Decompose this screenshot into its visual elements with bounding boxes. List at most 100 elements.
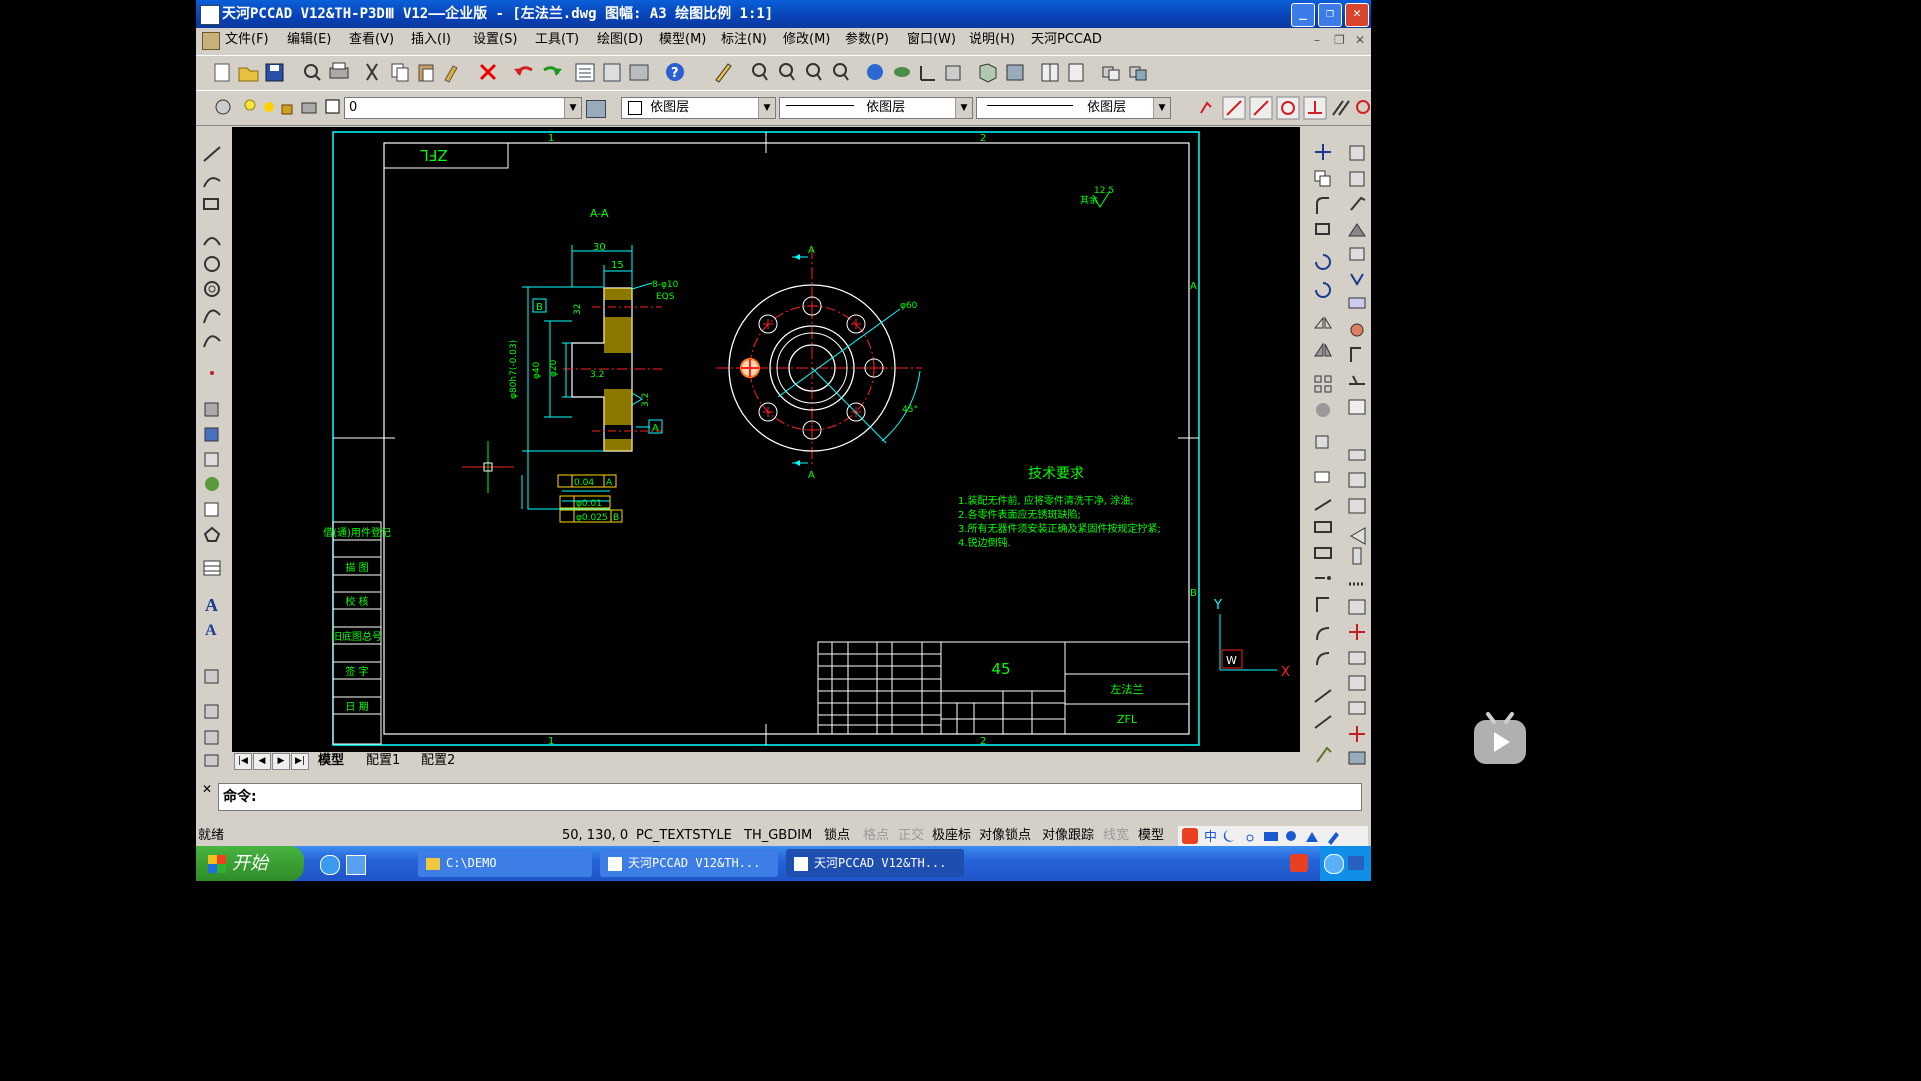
menu-help[interactable]: 说明(H) [969, 28, 1015, 52]
group-icon[interactable] [1102, 66, 1120, 81]
make-block-icon[interactable] [204, 704, 219, 719]
mech-tool-9-icon[interactable] [1350, 347, 1361, 362]
menu-edit[interactable]: 编辑(E) [287, 28, 331, 52]
chamfer-icon[interactable] [1316, 597, 1329, 612]
mech-tool-22-icon[interactable] [1348, 701, 1366, 715]
mech-tool-7-icon[interactable] [1348, 297, 1366, 309]
wipeout-icon[interactable] [204, 452, 219, 467]
zoom-realtime-icon[interactable] [752, 63, 768, 81]
spline-icon[interactable] [203, 309, 221, 324]
mirror-icon[interactable] [1313, 316, 1332, 329]
lineweight-combo[interactable]: 依图层 ▼ [976, 97, 1171, 119]
hatch-icon[interactable] [204, 402, 219, 417]
close-button[interactable]: ✕ [1345, 3, 1369, 27]
status-toggle-ortho[interactable]: 正交 [898, 826, 924, 846]
ime-toolbar[interactable]: 中 [1178, 826, 1368, 846]
snap-center-icon[interactable] [1276, 96, 1300, 120]
mech-tool-8-icon[interactable] [1350, 323, 1364, 337]
tool-palette-icon[interactable] [629, 64, 649, 81]
offset-icon[interactable] [1316, 197, 1329, 214]
menu-tianhe[interactable]: 天河PCCAD [1031, 28, 1102, 52]
mech-tool-11-icon[interactable] [1348, 399, 1366, 415]
new-icon[interactable] [214, 63, 230, 82]
tab-next-button[interactable]: ▶ [272, 753, 290, 770]
status-textstyle[interactable]: PC_TEXTSTYLE [636, 826, 732, 846]
print-icon[interactable] [329, 62, 349, 79]
document-icon[interactable] [202, 32, 220, 50]
sogou-tray-icon[interactable] [1290, 854, 1308, 872]
status-dimstyle[interactable]: TH_GBDIM [744, 826, 812, 846]
mdi-close-button[interactable]: ✕ [1355, 28, 1365, 52]
fillet2-icon[interactable] [1316, 652, 1330, 666]
table-select-icon[interactable] [204, 502, 219, 517]
status-toggle-model[interactable]: 模型 [1138, 826, 1164, 846]
mech-tool-13-icon[interactable] [1348, 472, 1366, 488]
task-explorer[interactable]: C:\DEMO [418, 849, 592, 877]
app-icon[interactable] [200, 5, 220, 25]
help-icon[interactable]: ? [666, 63, 684, 81]
extend-icon[interactable] [1314, 547, 1332, 559]
status-toggle-lineweight[interactable]: 线宽 [1103, 826, 1129, 846]
design-center-icon[interactable] [603, 63, 621, 82]
mech-tool-10-icon[interactable] [1349, 375, 1365, 385]
text-icon[interactable]: A [205, 622, 217, 639]
tab-layout2[interactable]: 配置2 [421, 752, 455, 770]
tab-layout1[interactable]: 配置1 [366, 752, 400, 770]
drawing-canvas[interactable]: 1 2 1 2 A B ZFL 借(通)用件登记 描 图 校 核 旧底图总号 签… [232, 127, 1300, 752]
ime-skin-icon[interactable] [1306, 832, 1318, 842]
layout2-icon[interactable] [1068, 63, 1084, 82]
zoom-window-icon[interactable] [779, 63, 795, 81]
view-icon[interactable] [894, 67, 910, 77]
task-pccad-2[interactable]: 天河PCCAD V12&TH... [786, 849, 964, 877]
menu-file[interactable]: 文件(F) [225, 28, 269, 52]
mdi-minimize-button[interactable]: – [1314, 28, 1320, 52]
pen-icon[interactable] [715, 63, 732, 83]
mech-tool-15-icon[interactable] [1349, 527, 1366, 545]
tab-prev-button[interactable]: ◀ [253, 753, 271, 770]
tab-first-button[interactable]: |◀ [234, 753, 252, 770]
minimize-button[interactable]: _ [1291, 3, 1315, 27]
match-properties-icon[interactable] [444, 65, 458, 83]
menu-dimension[interactable]: 标注(N) [721, 28, 767, 52]
donut-icon[interactable] [204, 281, 220, 297]
chevron-down-icon[interactable]: ▼ [564, 98, 581, 118]
ime-punct-icon[interactable] [1246, 834, 1254, 842]
measure-icon[interactable] [1314, 715, 1332, 729]
stretch-icon[interactable] [1315, 223, 1330, 235]
point-icon[interactable] [210, 371, 214, 375]
divide-icon[interactable] [1314, 689, 1332, 703]
insert-block-icon[interactable] [204, 669, 219, 684]
mtext-icon[interactable]: A [205, 595, 218, 615]
move-icon[interactable] [1315, 144, 1331, 160]
mech-tool-24-icon[interactable] [1348, 751, 1366, 765]
copy-object-icon[interactable] [1314, 170, 1331, 187]
3d-orbit-icon[interactable] [867, 64, 883, 80]
menu-window[interactable]: 窗口(W) [907, 28, 956, 52]
array-icon[interactable] [1314, 375, 1332, 393]
open-icon[interactable] [238, 67, 259, 82]
menu-parameters[interactable]: 参数(P) [845, 28, 889, 52]
layer-tool-icon[interactable] [945, 65, 961, 81]
save-icon[interactable] [265, 63, 284, 82]
chevron-down-icon[interactable]: ▼ [1153, 98, 1170, 118]
zoom-previous-icon[interactable] [806, 63, 822, 81]
arc-icon[interactable] [203, 237, 221, 246]
fillet-icon[interactable] [1316, 627, 1330, 641]
circle-icon[interactable] [204, 256, 220, 272]
mech-tool-1-icon[interactable] [1349, 145, 1365, 161]
table-icon[interactable] [203, 560, 221, 576]
chevron-down-icon[interactable]: ▼ [955, 98, 972, 118]
ime-keyboard-icon[interactable] [1264, 832, 1278, 841]
task-pccad-1[interactable]: 天河PCCAD V12&TH... [600, 849, 778, 877]
title-bar[interactable]: 天河PCCAD V12&TH-P3DⅢ V12——企业版 - [左法兰.dwg … [196, 0, 1371, 28]
redo-icon[interactable] [543, 66, 562, 76]
status-toggle-grid[interactable]: 格点 [863, 826, 889, 846]
mech-tool-12-icon[interactable] [1348, 449, 1366, 461]
mirror-copy-icon[interactable] [1314, 342, 1332, 357]
break-icon[interactable] [1314, 499, 1332, 511]
layout-icon[interactable] [1041, 63, 1059, 82]
snap-parallel-icon[interactable] [1332, 100, 1350, 116]
lock-icon[interactable] [281, 104, 293, 115]
tab-model[interactable]: 模型 [318, 752, 344, 770]
revcloud-icon[interactable] [205, 477, 219, 491]
